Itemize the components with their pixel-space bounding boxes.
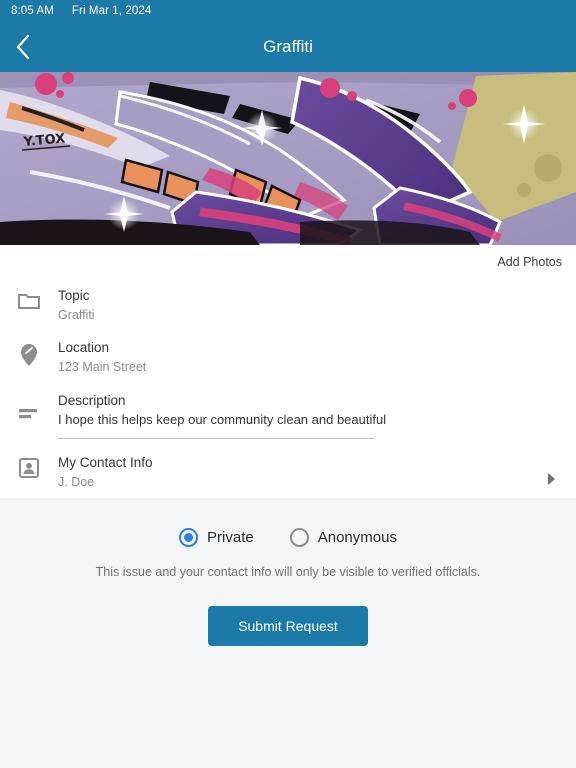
form-area: Add Photos Topic Graffiti Location 123 M… [0,245,576,498]
field-label-contact: My Contact Info [58,455,153,470]
status-bar-time: 8:05 AM [11,5,54,17]
field-label-description: Description [58,393,126,408]
field-value-location: 123 Main Street [58,360,147,374]
privacy-disclaimer: This issue and your contact info will on… [95,565,481,579]
radio-anonymous-icon[interactable] [289,528,309,547]
issue-photo[interactable]: Y.TOX [0,72,576,245]
subject-lines-icon [0,392,58,424]
graffiti-mural-image: Y.TOX [0,72,576,245]
status-bar-date: Fri Mar 1, 2024 [71,5,152,17]
radio-label-anonymous: Anonymous [317,529,397,546]
field-value-topic: Graffiti [58,308,95,322]
chevron-left-icon [14,33,32,61]
description-underline [58,438,374,439]
privacy-radio-group: Private Anonymous [179,528,397,547]
radio-option-anonymous[interactable]: Anonymous [289,528,397,547]
field-label-location: Location [58,340,110,355]
person-icon [0,454,58,478]
description-input[interactable]: I hope this helps keep our community cle… [58,410,562,429]
location-pin-icon [0,339,58,367]
radio-label-private: Private [207,529,254,546]
chevron-right-icon[interactable] [546,472,556,491]
field-row-location[interactable]: Location 123 Main Street [0,331,576,384]
field-row-topic[interactable]: Topic Graffiti [0,279,576,331]
field-label-topic: Topic [58,288,90,303]
field-value-contact: J. Doe [58,475,95,489]
radio-option-private[interactable]: Private [179,528,254,547]
add-photos-row: Add Photos [0,245,576,279]
field-body-contact: My Contact Info J. Doe [58,454,562,491]
field-body-location: Location 123 Main Street [58,339,562,376]
status-bar: 8:05 AM Fri Mar 1, 2024 [0,0,576,22]
privacy-panel: Private Anonymous This issue and your co… [0,498,576,768]
app-bar: Graffiti [0,22,576,72]
back-button[interactable] [0,22,46,72]
add-photos-button[interactable]: Add Photos [497,255,562,269]
page-title: Graffiti [263,37,313,56]
field-row-description[interactable]: Description I hope this helps keep our c… [0,384,576,446]
radio-private-icon[interactable] [179,528,199,547]
field-body-description: Description I hope this helps keep our c… [58,392,562,439]
field-body-topic: Topic Graffiti [58,287,562,324]
submit-request-button[interactable]: Submit Request [208,606,368,646]
app-screen: 8:05 AM Fri Mar 1, 2024 Graffiti Y.TOX A… [0,0,576,768]
field-row-contact[interactable]: My Contact Info J. Doe [0,446,576,498]
folder-icon [0,287,58,311]
